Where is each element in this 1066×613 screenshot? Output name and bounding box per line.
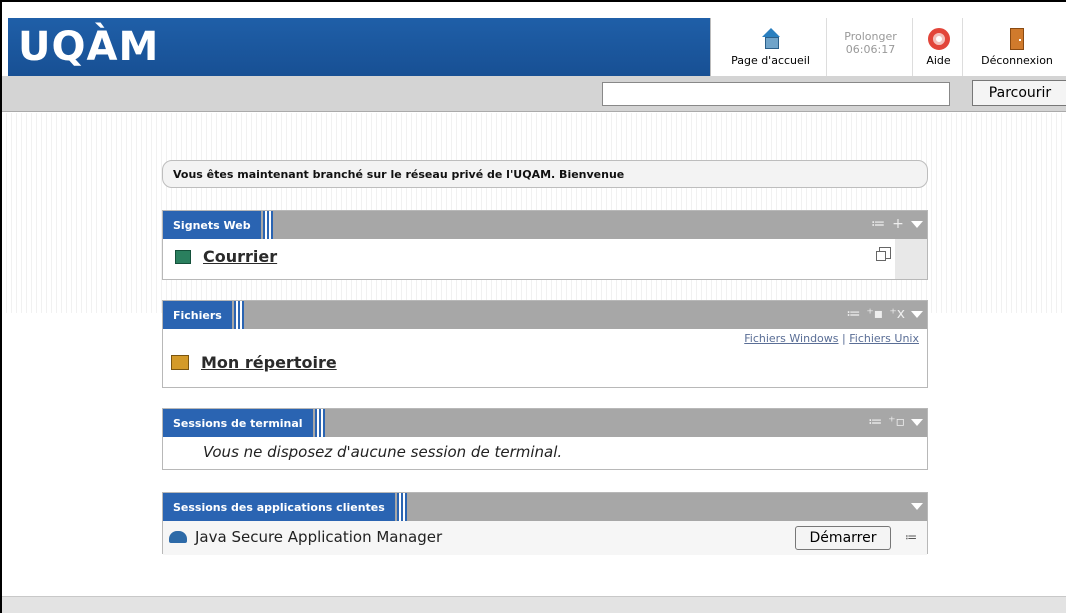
home-icon	[760, 28, 782, 50]
terminal-tools: ≔ ⁺▫	[868, 414, 923, 430]
list-icon[interactable]: ≔	[871, 216, 885, 232]
unix-files-link[interactable]: Fichiers Unix	[849, 332, 919, 345]
top-bar: UQÀM Page d'accueil Prolonger 06:06:17 A…	[2, 8, 1066, 80]
list-icon[interactable]: ≔	[868, 414, 882, 430]
windows-files-link[interactable]: Fichiers Windows	[744, 332, 838, 345]
files-tools: ≔ ⁺▪ ⁺x	[846, 306, 923, 322]
footer-bar	[2, 596, 1066, 613]
door-icon	[1010, 28, 1024, 50]
bookmarks-panel-header: Signets Web ≔ +	[163, 211, 927, 239]
logout-label: Déconnexion	[981, 54, 1053, 67]
top-nav: Page d'accueil Prolonger 06:06:17 Aide D…	[710, 18, 1066, 80]
add-terminal-icon[interactable]: ⁺▫	[888, 414, 905, 430]
client-apps-title: Sessions des applications clientes	[163, 493, 407, 521]
client-apps-tools	[911, 498, 923, 510]
client-app-name: Java Secure Application Manager	[195, 528, 443, 546]
java-icon	[169, 531, 187, 543]
help-label: Aide	[926, 54, 951, 67]
client-apps-panel-header: Sessions des applications clientes	[163, 493, 927, 521]
bookmarks-list: Courrier	[163, 239, 927, 279]
client-apps-panel: Sessions des applications clientes Java …	[162, 492, 928, 555]
my-directory-link[interactable]: Mon répertoire	[201, 353, 337, 372]
uqam-logo: UQÀM	[18, 24, 160, 70]
chevron-down-icon[interactable]	[911, 419, 923, 426]
remove-share-icon[interactable]: ⁺x	[889, 306, 905, 322]
extend-session-link[interactable]: Prolonger 06:06:17	[829, 18, 913, 80]
brand-banner: UQÀM	[8, 18, 710, 80]
link-separator: |	[842, 332, 846, 345]
help-link[interactable]: Aide	[915, 18, 963, 80]
bookmarks-tools: ≔ +	[871, 216, 923, 232]
files-list: Mon répertoire	[163, 348, 927, 377]
terminal-panel: Sessions de terminal ≔ ⁺▫ Vous ne dispos…	[162, 408, 928, 470]
terminal-panel-header: Sessions de terminal ≔ ⁺▫	[163, 409, 927, 437]
home-label: Page d'accueil	[731, 54, 810, 67]
client-app-row: Java Secure Application Manager Démarrer…	[163, 521, 927, 555]
add-icon[interactable]: +	[891, 216, 905, 232]
bookmarks-title: Signets Web	[163, 211, 273, 239]
browse-url-input[interactable]	[602, 82, 950, 106]
chevron-down-icon[interactable]	[911, 503, 923, 510]
start-button[interactable]: Démarrer	[795, 526, 891, 550]
bookmark-courrier-link[interactable]: Courrier	[203, 247, 277, 266]
welcome-message: Vous êtes maintenant branché sur le rése…	[162, 160, 928, 188]
files-panel-header: Fichiers ≔ ⁺▪ ⁺x	[163, 301, 927, 329]
add-share-icon[interactable]: ⁺▪	[866, 306, 883, 322]
extend-label: Prolonger	[844, 30, 897, 43]
chevron-down-icon[interactable]	[911, 221, 923, 228]
chevron-down-icon[interactable]	[911, 311, 923, 318]
terminal-title: Sessions de terminal	[163, 409, 325, 437]
files-panel: Fichiers ≔ ⁺▪ ⁺x Fichiers Windows | Fich…	[162, 300, 928, 388]
home-link[interactable]: Page d'accueil	[715, 18, 827, 80]
logout-link[interactable]: Déconnexion	[965, 18, 1066, 80]
list-icon[interactable]: ≔	[846, 306, 860, 322]
row-actions	[895, 239, 927, 279]
bookmarks-panel: Signets Web ≔ + Courrier	[162, 210, 928, 280]
mail-icon	[175, 250, 191, 264]
folder-icon	[171, 355, 189, 370]
list-icon[interactable]: ≔	[905, 530, 917, 544]
search-bar: Parcourir	[2, 76, 1066, 112]
files-title: Fichiers	[163, 301, 244, 329]
files-type-links: Fichiers Windows | Fichiers Unix	[163, 329, 927, 348]
open-new-window-icon[interactable]	[876, 247, 891, 261]
session-timer: 06:06:17	[845, 43, 896, 56]
browse-button[interactable]: Parcourir	[972, 80, 1066, 106]
terminal-empty-message: Vous ne disposez d'aucune session de ter…	[203, 443, 563, 461]
lifebuoy-icon	[927, 28, 950, 50]
